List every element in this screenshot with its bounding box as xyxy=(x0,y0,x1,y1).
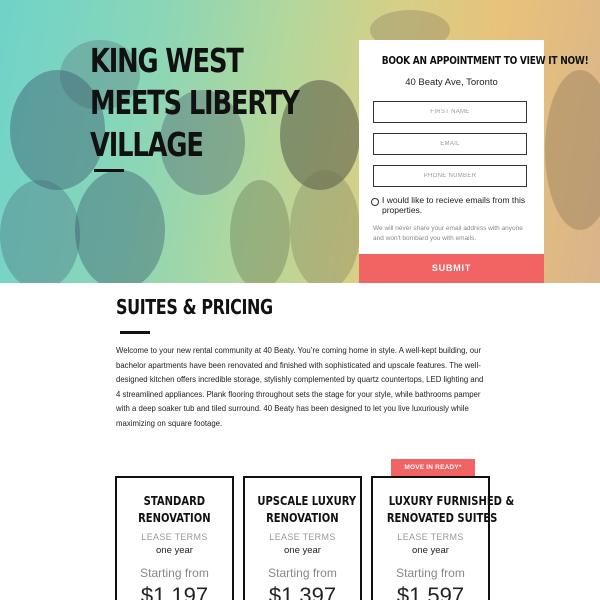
pricing-card-upscale[interactable]: UPSCALE LUXURY RENOVATION LEASE TERMS on… xyxy=(243,476,362,600)
phone-number-input[interactable] xyxy=(373,165,527,187)
appointment-form: BOOK AN APPOINTMENT TO VIEW IT NOW! 40 B… xyxy=(359,40,589,283)
submit-button[interactable]: SUBMIT xyxy=(359,254,544,283)
card-title: STANDARD RENOVATION xyxy=(138,493,211,525)
price: $1,197 xyxy=(140,583,209,600)
first-name-input[interactable] xyxy=(373,101,527,123)
hero-photo-figure xyxy=(230,180,290,283)
section-title: SUITES & PRICING xyxy=(116,295,273,319)
email-opt-in[interactable]: I would like to recieve emails from this… xyxy=(371,195,536,215)
price: $1,397 xyxy=(268,583,337,600)
lease-term-value: one year xyxy=(156,545,193,556)
move-in-ready-badge: MOVE IN READY* xyxy=(391,459,475,476)
lease-terms-label: LEASE TERMS xyxy=(141,532,208,542)
hero-title-line: MEETS LIBERTY xyxy=(90,83,300,122)
lease-terms-label: LEASE TERMS xyxy=(397,532,464,542)
price: $1,597 xyxy=(396,583,465,600)
starting-from-label: Starting from xyxy=(140,566,209,580)
lease-term-value: one year xyxy=(412,545,449,556)
section-description: Welcome to your new rental community at … xyxy=(116,346,484,428)
card-title: UPSCALE LUXURY RENOVATION xyxy=(257,493,357,525)
section-title-underline xyxy=(120,331,150,334)
pricing-card-furnished[interactable]: LUXURY FURNISHED & RENOVATED SUITES LEAS… xyxy=(371,476,515,600)
email-input[interactable] xyxy=(373,133,527,155)
lease-terms-label: LEASE TERMS xyxy=(269,532,336,542)
pricing-card-standard[interactable]: STANDARD RENOVATION LEASE TERMS one year… xyxy=(115,476,234,600)
opt-in-label: I would like to recieve emails from this… xyxy=(382,195,526,215)
card-title: LUXURY FURNISHED & RENOVATED SUITES xyxy=(386,493,515,525)
hero-photo-figure xyxy=(75,170,165,283)
hero-photo-figure xyxy=(0,180,80,283)
hero-title: KING WEST MEETS LIBERTY VILLAGE xyxy=(90,40,300,166)
form-address: 40 Beaty Ave, Toronto xyxy=(405,77,498,88)
hero-banner: KING WEST MEETS LIBERTY VILLAGE BOOK AN … xyxy=(0,0,600,283)
lease-term-value: one year xyxy=(284,545,321,556)
hero-photo-figure xyxy=(290,170,360,283)
starting-from-label: Starting from xyxy=(396,566,465,580)
starting-from-label: Starting from xyxy=(268,566,337,580)
privacy-note: We will never share your email address w… xyxy=(373,225,523,242)
hero-photo-figure xyxy=(545,70,600,230)
opt-in-radio[interactable] xyxy=(371,198,379,206)
hero-title-underline xyxy=(94,169,124,172)
hero-title-line: VILLAGE xyxy=(90,125,204,164)
hero-title-line: KING WEST xyxy=(90,41,244,80)
form-heading: BOOK AN APPOINTMENT TO VIEW IT NOW! xyxy=(381,54,589,67)
